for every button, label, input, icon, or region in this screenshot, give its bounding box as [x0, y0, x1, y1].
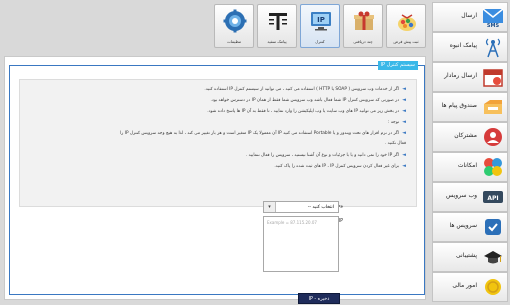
toolbar-button-label: تنظیمات — [226, 39, 242, 44]
sidebar-item-subscribers[interactable]: مشترکان — [432, 122, 508, 152]
api-icon: API — [483, 191, 503, 203]
calendar-icon — [483, 69, 503, 87]
sidebar-item-features[interactable]: امکانات — [432, 152, 508, 182]
chevron-down-icon: ▾ — [264, 202, 276, 212]
sidebar-item-bulk-sms[interactable]: پیامک انبوه — [432, 32, 508, 62]
info-line: فعال نکنید . — [384, 141, 406, 146]
status-select[interactable]: ▾ انتخاب کنید -- — [263, 201, 339, 213]
support-icon — [484, 251, 502, 264]
sidebar-item-label: سرویس ها — [449, 222, 477, 229]
sidebar-item-label: ارسال — [461, 12, 477, 19]
services-icon — [485, 219, 501, 235]
info-line: ◄توجه : — [387, 119, 406, 125]
info-box: ◄اگر از خدمات وب سرویس ( SOAP یا HTTP ) … — [19, 79, 417, 207]
toolbar-button-label: پیامک سفید — [267, 39, 287, 44]
allowed-ips-textarea[interactable]: Example = 87.115.20.07 — [263, 216, 339, 272]
sidebar-item-label: وب سرویس — [445, 192, 477, 199]
info-line: ◄اگر در نرم افزار های تحت ویندوز و یا Po… — [120, 130, 406, 136]
text-tool-icon — [269, 13, 287, 30]
status-select-value: انتخاب کنید -- — [307, 205, 334, 210]
svg-text:IP: IP — [317, 16, 325, 24]
toolbar-button-label: کنترل — [315, 39, 325, 44]
info-line: ◄در بخش زیر می توانید IP های وب سایت یا … — [207, 108, 406, 114]
antenna-icon — [485, 38, 501, 58]
contacts-icon — [484, 128, 502, 146]
candy-bag-icon — [398, 14, 416, 31]
sidebar-item-web-service[interactable]: وب سرویس API — [432, 182, 508, 212]
toolbar-button-ip-control[interactable]: IP کنترل — [300, 4, 340, 48]
info-line: ◄برای غیر فعال کردن سرویس کنترل IP ، IP … — [274, 163, 406, 169]
sidebar-item-label: امور مالی — [452, 282, 477, 289]
sidebar-item-label: مشترکان — [454, 132, 477, 139]
sidebar-item-finance[interactable]: امور مالی — [432, 272, 508, 302]
page: تنظیمات پیامک سفید IP کنترل چند دریافتی … — [0, 0, 510, 304]
features-icon — [484, 158, 502, 176]
ip-monitor-icon: IP — [311, 12, 331, 31]
sidebar-item-label: پیامک انبوه — [449, 42, 477, 49]
sidebar-item-label: امکانات — [457, 162, 477, 169]
info-line: ◄در صورتی که سرویس کنترل IP شما فعال باش… — [210, 97, 407, 103]
gift-box-icon — [354, 11, 374, 30]
toolbar-button-settings[interactable]: تنظیمات — [214, 4, 254, 48]
top-toolbar: تنظیمات پیامک سفید IP کنترل چند دریافتی … — [214, 4, 426, 50]
toolbar-button-default[interactable]: ثبت پیش فرض — [386, 4, 426, 48]
sidebar-item-support[interactable]: پشتیبانی — [432, 242, 508, 272]
sidebar-item-services[interactable]: سرویس ها — [432, 212, 508, 242]
svg-text:SMS: SMS — [487, 23, 500, 28]
main-panel: سیستم کنترل IP ◄اگر از خدمات وب سرویس ( … — [4, 56, 426, 304]
fieldset-legend: سیستم کنترل IP — [377, 61, 418, 70]
sidebar-item-scheduled[interactable]: ارسال رمادار — [432, 62, 508, 92]
gear-icon — [223, 9, 247, 33]
info-line: ◄اگر از خدمات وب سرویس ( SOAP یا HTTP ) … — [204, 86, 406, 92]
toolbar-button-label: چند دریافتی — [353, 39, 373, 44]
toolbar-button-multi-receive[interactable]: چند دریافتی — [343, 4, 383, 48]
toolbar-button-label: ثبت پیش فرض — [393, 39, 419, 44]
svg-text:API: API — [487, 195, 498, 202]
sidebar-item-label: ارسال رمادار — [444, 72, 477, 79]
finance-icon — [485, 279, 501, 295]
toolbar-button-white-sms[interactable]: پیامک سفید — [257, 4, 297, 48]
sidebar-item-label: صندوق پیام ها — [441, 102, 477, 109]
sidebar-item-send[interactable]: ارسال SMS — [432, 2, 508, 32]
sidebar: ارسال SMS پیامک انبوه ارسال رمادار صندوق… — [432, 2, 508, 302]
sidebar-item-inbox[interactable]: صندوق پیام ها — [432, 92, 508, 122]
inbox-folder-icon — [484, 100, 502, 114]
info-line: ◄اگر IP خود را نمی دانید و یا با جزئیات … — [245, 152, 406, 158]
sms-envelope-icon: SMS — [482, 8, 504, 28]
sidebar-item-label: پشتیبانی — [456, 252, 477, 259]
allowed-ips-placeholder: Example = 87.115.20.07 — [267, 220, 317, 225]
save-ip-button[interactable]: ذخیره - IP — [298, 293, 340, 304]
